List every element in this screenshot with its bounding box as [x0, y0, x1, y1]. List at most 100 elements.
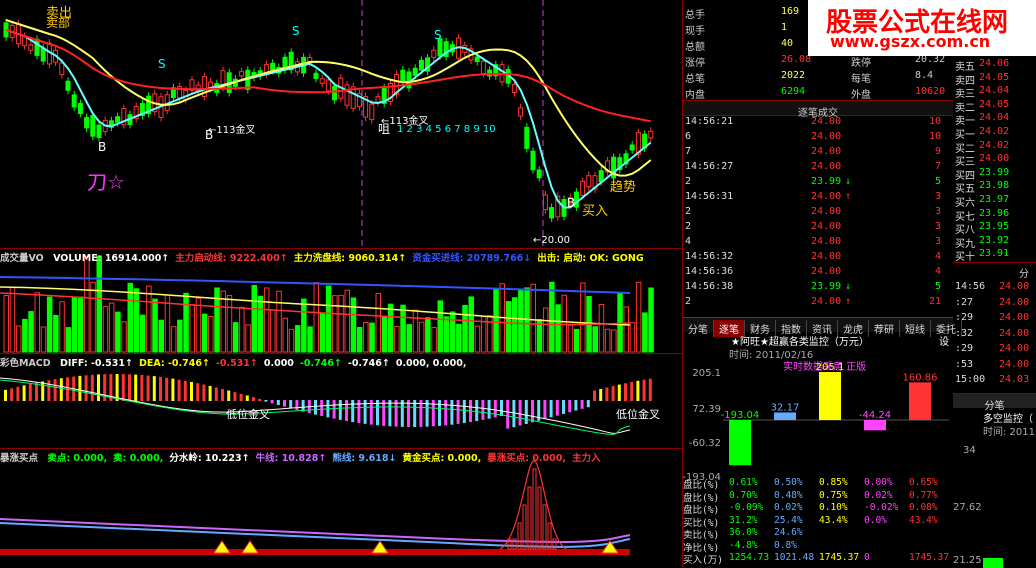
orderbook-price: 24.04 [979, 85, 1010, 97]
side-tab[interactable]: 分笔 [953, 393, 1036, 412]
macd-panel[interactable]: 彩色MACD DIFF: -0.531↑ DEA: -0.746↑ -0.531↑ 0… [0, 354, 682, 449]
macd-bar-63 [394, 400, 398, 427]
kline-candle-12 [77, 102, 83, 114]
quote-value: 6294 [781, 86, 806, 97]
macd-title: 彩色MACD [0, 358, 51, 369]
monitor-axis-1: 72.39 [692, 404, 721, 415]
volume-bar-75 [468, 296, 474, 353]
volume-bar-64 [400, 304, 406, 353]
macd-bar-95 [593, 390, 596, 401]
volume-bar-45 [282, 317, 288, 353]
macd-bar-21 [134, 374, 138, 401]
volume-bar-33 [208, 315, 214, 353]
ticks-list[interactable]: 14:56:21 24.00 10 6 24.00 10 7 24.00 9 14:56:27 24… [683, 116, 953, 316]
macd-marker-1: 低位金叉 [226, 408, 270, 421]
macd-bar-2 [16, 386, 20, 401]
volume-bar-100 [623, 306, 629, 353]
surge-triangle-2 [371, 540, 389, 554]
macd-bar-47 [295, 400, 299, 410]
macd-bar-14 [90, 374, 94, 401]
orderbook-price: 23.92 [979, 234, 1010, 246]
quote-key: 内盘 [685, 90, 705, 100]
macd-bar-84 [524, 400, 528, 425]
volume-bar-58 [363, 322, 369, 353]
volume-bar-67 [418, 321, 425, 353]
tick-time: 4 [685, 236, 692, 247]
side-axis-1: 34 [963, 445, 976, 456]
volume-bar-24 [152, 298, 158, 353]
volume-bar-9 [59, 301, 65, 353]
kline-panel[interactable]: 卖出 卖部 刀☆ ←113金叉 ←113金叉 1 2 3 4 5 6 7 8 9… [0, 0, 682, 249]
kline-chart[interactable] [0, 0, 682, 248]
surge-triangle-0 [213, 540, 231, 554]
macd-bar-57 [357, 400, 361, 424]
macd-bar-70 [438, 400, 441, 426]
surge-base-band [0, 549, 630, 555]
macd-header: 彩色MACD DIFF: -0.531↑ DEA: -0.746↑ -0.531↑ 0… [0, 355, 466, 369]
volume-bar-50 [313, 282, 319, 353]
volume-bar-18 [115, 311, 121, 353]
macd-bar-65 [407, 400, 410, 427]
surge-item-0: 卖点: 0.000, [47, 453, 108, 464]
surge-item-3: 牛线: 10.828↑ [255, 453, 327, 464]
kline-candle-94 [586, 175, 592, 188]
monitor-cell: 0.61% [729, 477, 758, 488]
quote-value-2: 8.4 [915, 70, 934, 81]
macd-bar-85 [531, 400, 534, 423]
quote-key-2: 每笔 [851, 74, 871, 85]
tick-price: 24.00 [811, 191, 842, 202]
volume-bar-6 [40, 326, 47, 353]
monitor-bar-2 [819, 372, 841, 420]
volume-bar-35 [220, 290, 226, 353]
volume-header: 成交量VO VOLUME: 16914.000↑ 主力启动线: 9222.400↑… [0, 250, 644, 264]
kline-candle-4 [28, 44, 34, 51]
tick-volume: 4 [934, 266, 941, 277]
macd-bar-15 [97, 374, 100, 401]
surge-panel[interactable]: 暴涨买点 卖点: 0.000, 卖: 0.000, 分水岭: 10.223↑ 牛线: … [0, 449, 682, 567]
tick-price: 24.00 [811, 251, 842, 262]
kline-candle-83 [518, 107, 524, 117]
side-tick-time: 14:56 [955, 281, 986, 292]
volume-panel[interactable]: 成交量VO VOLUME: 16914.000↑ 主力启动线: 9222.400↑… [0, 249, 682, 354]
volume-bar-28 [177, 319, 183, 353]
orderbook-price: 23.95 [979, 221, 1010, 233]
monitor-cell: -0.09% [729, 502, 764, 513]
kline-candle-84 [524, 126, 530, 149]
volume-bar-101 [629, 322, 636, 353]
quote-key: 总笔 [685, 74, 705, 85]
volume-bar-19 [121, 321, 127, 353]
quote-value: 40 [781, 38, 794, 49]
orderbook-price: 24.00 [979, 153, 1010, 165]
monitor-cell: 0.0% [864, 514, 887, 526]
surge-item-7: 主力入 [571, 453, 601, 464]
volume-bar-60 [375, 292, 381, 353]
monitor-cell: 0 [864, 552, 870, 563]
kline-candle-64 [400, 69, 406, 82]
macd-bar-99 [617, 384, 621, 401]
volume-bar-52 [325, 285, 332, 353]
tick-price: 24.00 [811, 236, 842, 247]
macd-bar-96 [599, 389, 603, 401]
tab-bar[interactable]: 分笔 逐笔 财务 指数 资讯 龙虎 荐研 短线 委托 [683, 317, 962, 337]
tick-volume: 4 [934, 251, 941, 262]
volume-bar-93 [580, 282, 586, 353]
volume-bar-82 [511, 297, 518, 353]
macd-bar-88 [549, 400, 553, 418]
buy-signal-3: B [567, 196, 576, 210]
macd-bar-89 [555, 400, 559, 416]
number-sequence: 1 2 3 4 5 6 7 8 9 10 [397, 124, 496, 135]
monitor-cell: 43.4% [819, 514, 848, 526]
orderbook-label: 买十 [955, 252, 975, 262]
macd-bar-27 [171, 378, 175, 401]
quote-key-2: 外盘 [851, 90, 871, 100]
macd-bar-44 [276, 400, 280, 406]
volume-bar-41 [257, 295, 264, 353]
volume-bar-31 [195, 297, 202, 353]
volume-bar-29 [183, 292, 189, 353]
tick-volume: 9 [934, 146, 941, 157]
surge-item-1: 卖: 0.000, [113, 453, 164, 464]
macd-bar-102 [636, 380, 640, 401]
monitor-settings[interactable]: 设 [939, 333, 949, 348]
monitor-cell: 0.08% [909, 502, 938, 513]
macd-bar-39 [245, 395, 249, 401]
